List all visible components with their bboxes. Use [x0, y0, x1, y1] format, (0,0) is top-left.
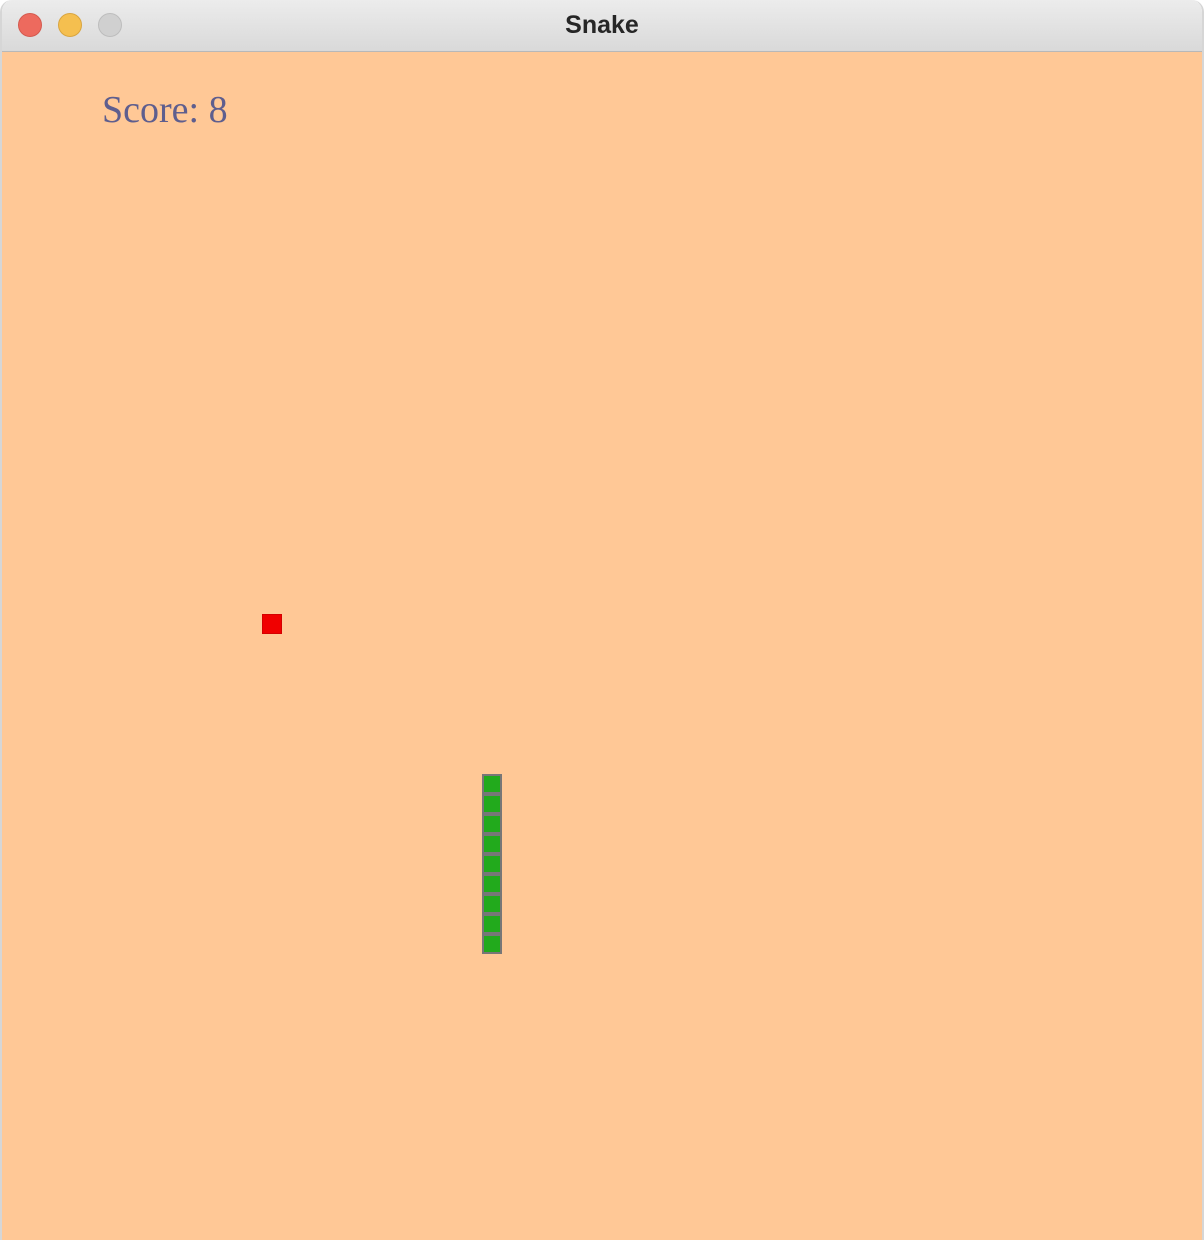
snake-segment	[482, 854, 502, 874]
snake-head	[482, 774, 502, 794]
score-label: Score: 8	[102, 89, 228, 131]
game-board[interactable]: Score: 8	[2, 52, 1202, 1240]
snake-segment	[482, 934, 502, 954]
title-bar[interactable]: Snake	[2, 0, 1202, 52]
snake-segment	[482, 814, 502, 834]
food-item	[262, 614, 282, 634]
snake-segment	[482, 874, 502, 894]
snake-segment	[482, 914, 502, 934]
snake-segment	[482, 834, 502, 854]
snake-window: Snake Score: 8	[0, 0, 1204, 1240]
snake-segment	[482, 894, 502, 914]
window-title: Snake	[565, 11, 639, 39]
snake-segment	[482, 794, 502, 814]
